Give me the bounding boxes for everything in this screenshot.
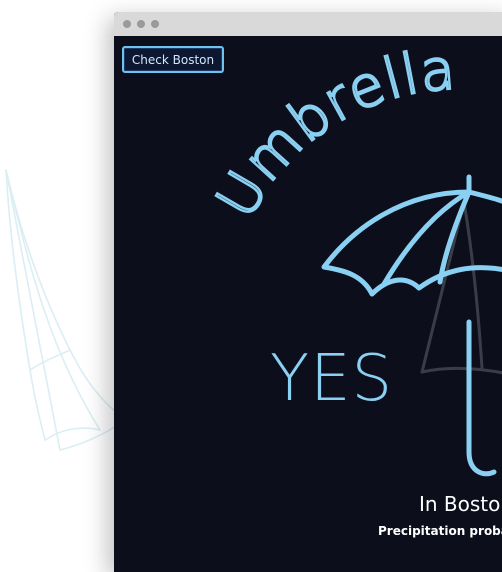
precipitation-text: Precipitation probabi xyxy=(378,524,502,538)
check-boston-button[interactable]: Check Boston xyxy=(122,46,224,73)
umbrella-icon xyxy=(321,174,502,477)
browser-window: Umbrella Check Boston YES In Boston Prec… xyxy=(114,12,502,572)
ghost-umbrella-icon xyxy=(420,200,502,375)
answer-text: YES xyxy=(270,342,394,416)
location-text: In Boston xyxy=(419,492,502,516)
umbrella-illustration: Umbrella xyxy=(203,36,502,477)
background-umbrella-icon xyxy=(5,169,126,451)
